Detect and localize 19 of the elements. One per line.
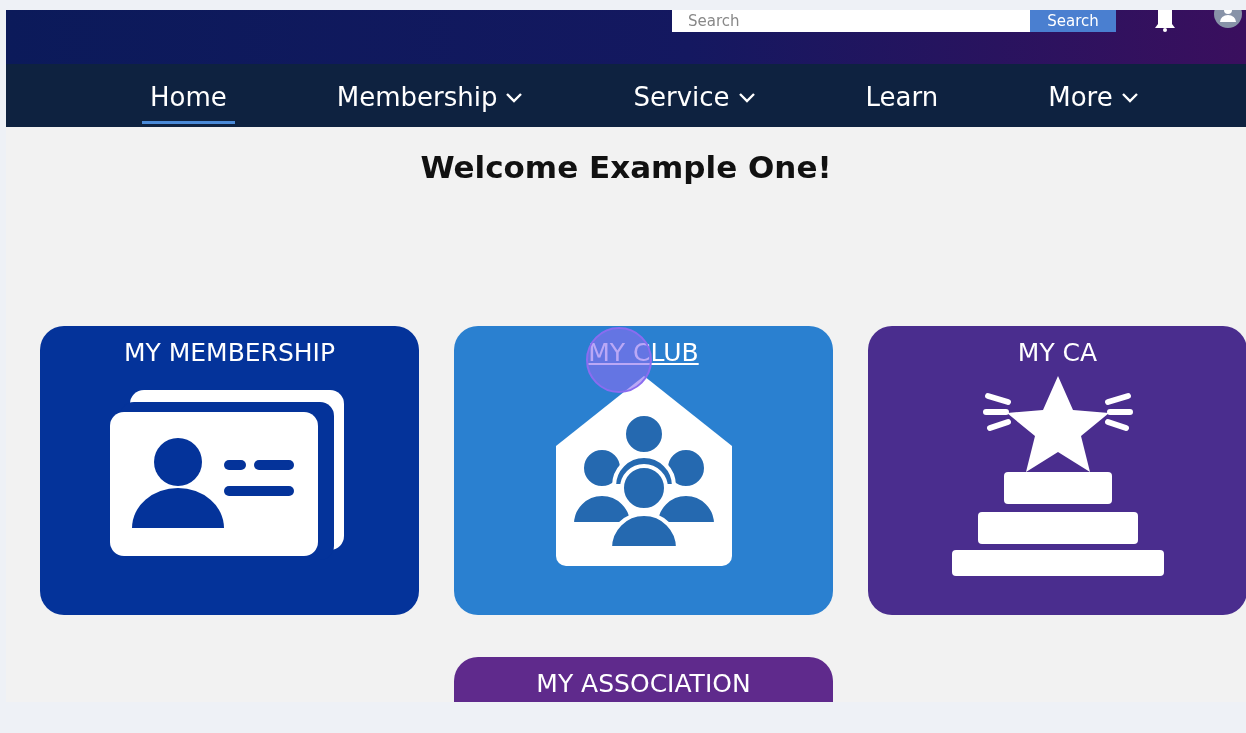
tile-link[interactable]: MY CA [1017, 334, 1098, 372]
tile-card[interactable]: MY MEMBERSHIP [40, 326, 419, 616]
avatar-icon[interactable] [1214, 10, 1242, 30]
nav-tab[interactable]: More [1040, 73, 1147, 124]
search-field[interactable]: Search [672, 10, 1030, 32]
nav-tab[interactable]: Learn [857, 73, 947, 124]
house-group-icon [553, 375, 734, 566]
tile-card[interactable]: MY CA [868, 326, 1246, 616]
tile-card[interactable]: MY CLUB [454, 326, 833, 616]
tile-link[interactable]: MY CLUB [588, 334, 699, 372]
nav-tab[interactable]: Membership [328, 73, 532, 124]
bell-icon [1152, 10, 1178, 32]
nav-tab[interactable]: Home [142, 73, 235, 124]
tile-link[interactable]: MY MEMBERSHIP [123, 334, 336, 372]
tile-card[interactable]: MY ASSOCIATION [454, 657, 833, 702]
tile-link[interactable]: MY ASSOCIATION [536, 665, 751, 702]
search-button[interactable]: Search [1030, 10, 1116, 32]
nav-tab[interactable]: Service [625, 73, 764, 124]
welcome-heading: Welcome Example One! [419, 149, 833, 187]
